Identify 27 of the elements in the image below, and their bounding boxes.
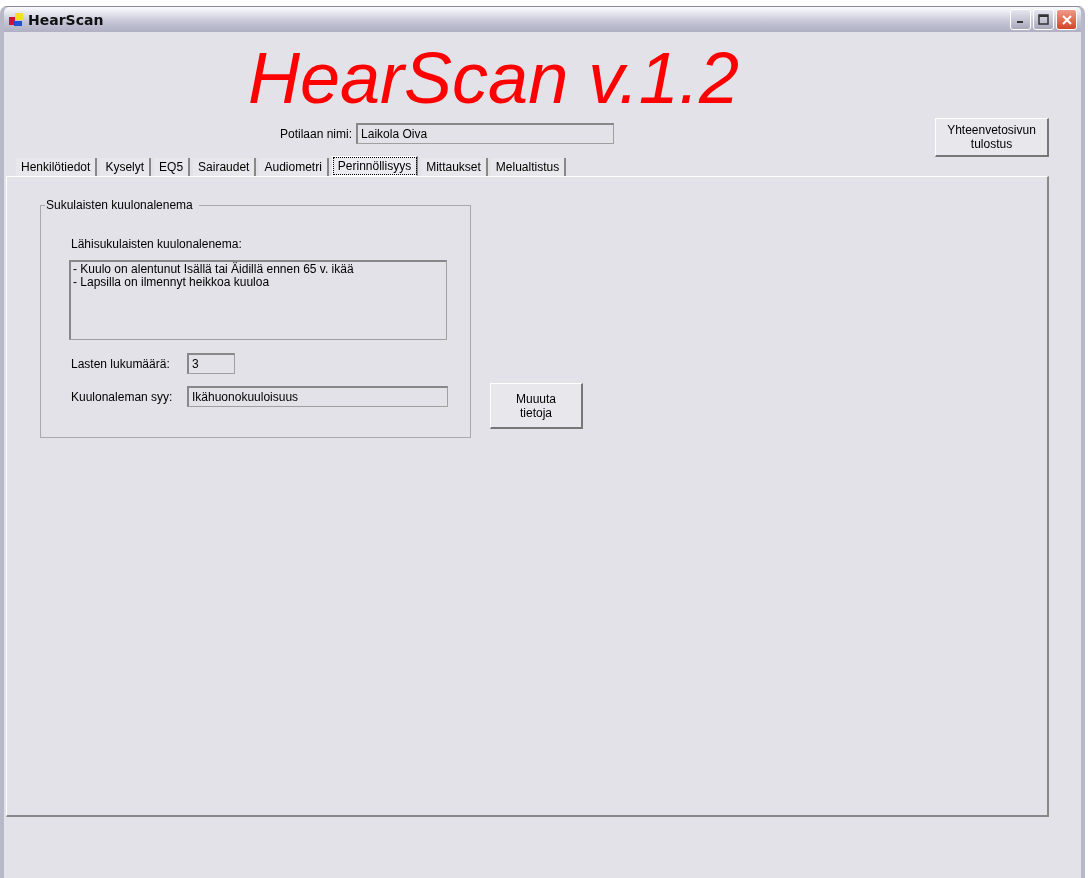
patient-name-field[interactable]: Laikola Oiva <box>356 123 615 144</box>
tab[interactable]: Melualtistus <box>490 158 567 176</box>
app-title: HearScan v.1.2 <box>248 38 739 118</box>
list-box[interactable]: - Kuulo on alentunut Isällä tai Äidillä ennen 65 v. ikää - Lapsilla on ilmennyt heikkoa kuuloa <box>69 260 447 340</box>
children-count-label: Lasten lukumäärä: <box>70 356 171 371</box>
list-label: Lähisukulaisten kuulonalenema: <box>71 237 242 251</box>
cause-field[interactable]: Ikähuonokuuloisuus <box>187 386 448 407</box>
tab[interactable]: Perinnöllisyys <box>331 156 419 176</box>
maximize-icon <box>1038 14 1049 25</box>
print-summary-button[interactable]: Yhteenvetosivun tulostus <box>935 118 1049 157</box>
maximize-button[interactable] <box>1033 9 1054 30</box>
close-icon <box>1060 13 1073 26</box>
app-icon <box>8 11 24 28</box>
children-count-field[interactable]: 3 <box>187 353 235 374</box>
tab[interactable]: Henkilötiedot <box>16 158 98 176</box>
cause-label: Kuulonaleman syy: <box>70 389 174 404</box>
minimize-button[interactable] <box>1010 9 1031 30</box>
edit-info-button[interactable]: Muuuta tietoja <box>490 383 583 429</box>
group-title: Sukulaisten kuulonalenema <box>45 198 199 212</box>
tab[interactable]: Audiometri <box>259 158 329 176</box>
window-title: HearScan <box>28 11 105 28</box>
close-button[interactable] <box>1056 9 1077 30</box>
patient-name-label: Potilaan nimi: <box>280 126 353 141</box>
tab[interactable]: Mittaukset <box>421 158 488 176</box>
tab[interactable]: EQ5 <box>154 158 191 176</box>
tab[interactable]: Kyselyt <box>100 158 152 176</box>
tab[interactable]: Sairaudet <box>193 158 257 176</box>
